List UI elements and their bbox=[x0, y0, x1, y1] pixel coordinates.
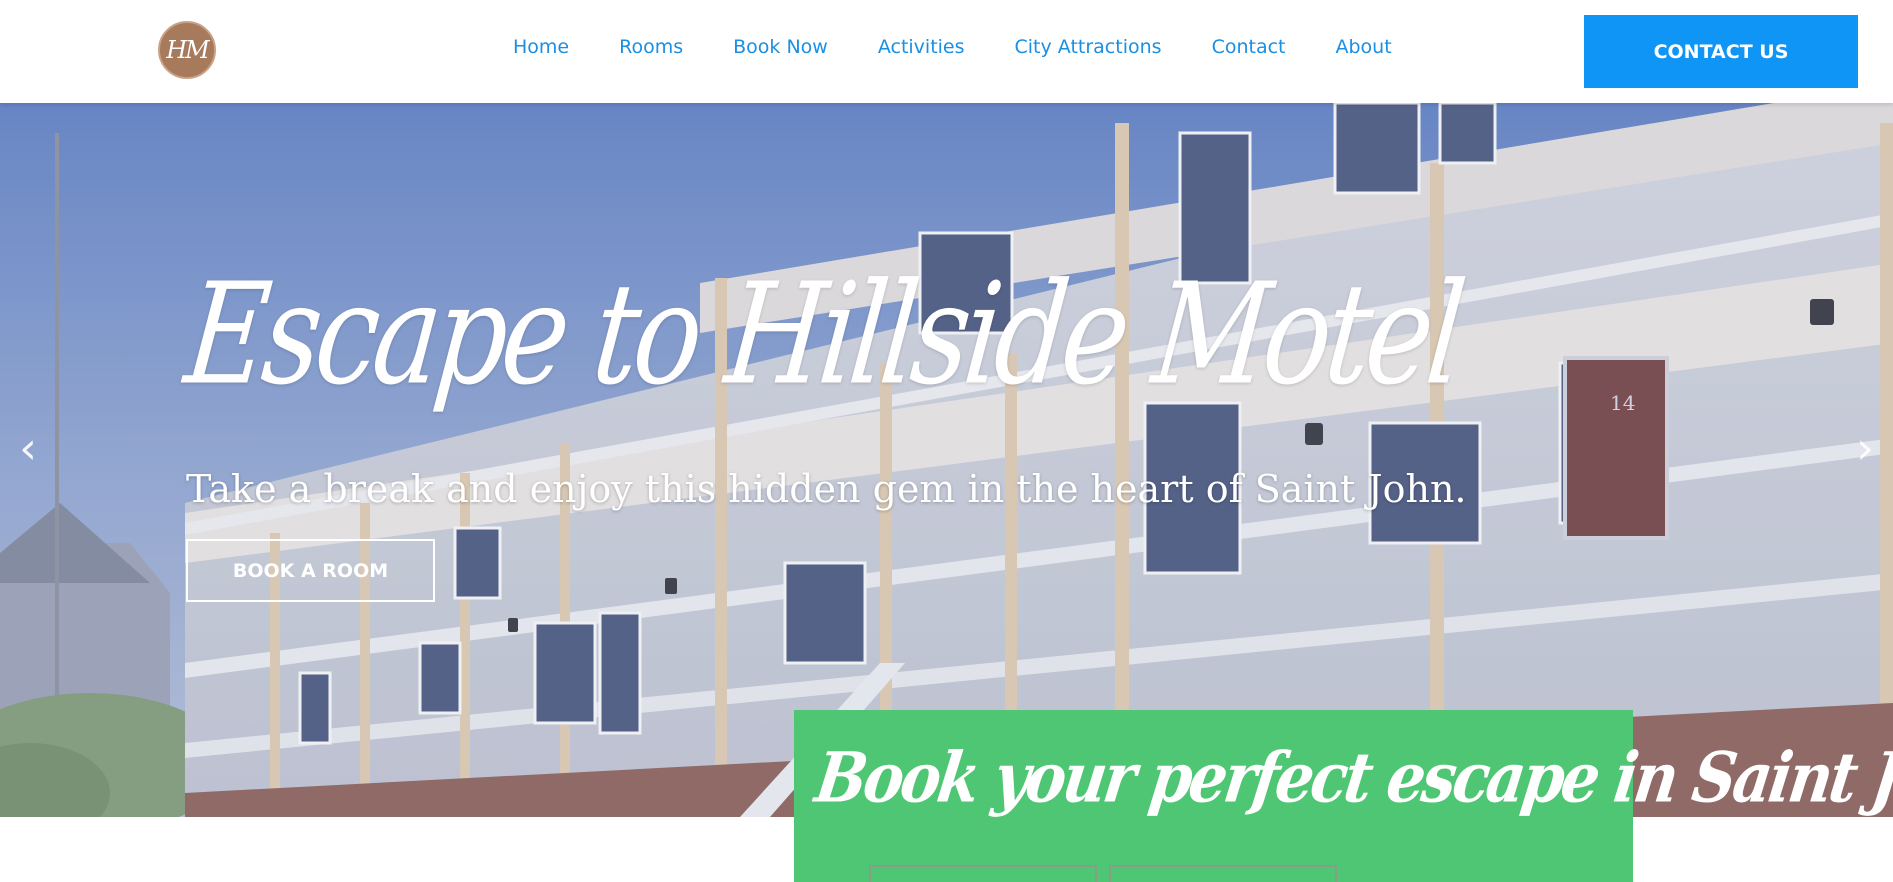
check-in-field[interactable] bbox=[869, 865, 1097, 882]
hero-title: Escape to Hillside Motel bbox=[178, 253, 1468, 417]
page: HM Home Rooms Book Now Activities City A… bbox=[0, 0, 1893, 882]
nav-activities[interactable]: Activities bbox=[878, 36, 965, 58]
logo-monogram: HM bbox=[166, 36, 209, 64]
motel-logo[interactable]: HM bbox=[158, 21, 216, 79]
book-a-room-button[interactable]: BOOK A ROOM bbox=[186, 539, 435, 602]
site-header: HM Home Rooms Book Now Activities City A… bbox=[0, 0, 1893, 103]
nav-home[interactable]: Home bbox=[513, 36, 569, 58]
nav-about[interactable]: About bbox=[1335, 36, 1391, 58]
chevron-right-icon[interactable]: › bbox=[1845, 427, 1885, 471]
check-out-field[interactable] bbox=[1109, 865, 1337, 882]
nav-rooms[interactable]: Rooms bbox=[619, 36, 683, 58]
hero-subtitle: Take a break and enjoy this hidden gem i… bbox=[186, 467, 1467, 511]
contact-us-button[interactable]: CONTACT US bbox=[1584, 15, 1858, 88]
nav-contact[interactable]: Contact bbox=[1212, 36, 1286, 58]
main-nav: Home Rooms Book Now Activities City Attr… bbox=[513, 36, 1392, 58]
nav-city-attractions[interactable]: City Attractions bbox=[1015, 36, 1162, 58]
booking-title: Book your perfect escape in Saint John! bbox=[810, 738, 1893, 819]
booking-panel: Book your perfect escape in Saint John! bbox=[794, 710, 1893, 882]
chevron-left-icon[interactable]: ‹ bbox=[8, 427, 48, 471]
nav-book-now[interactable]: Book Now bbox=[733, 36, 828, 58]
